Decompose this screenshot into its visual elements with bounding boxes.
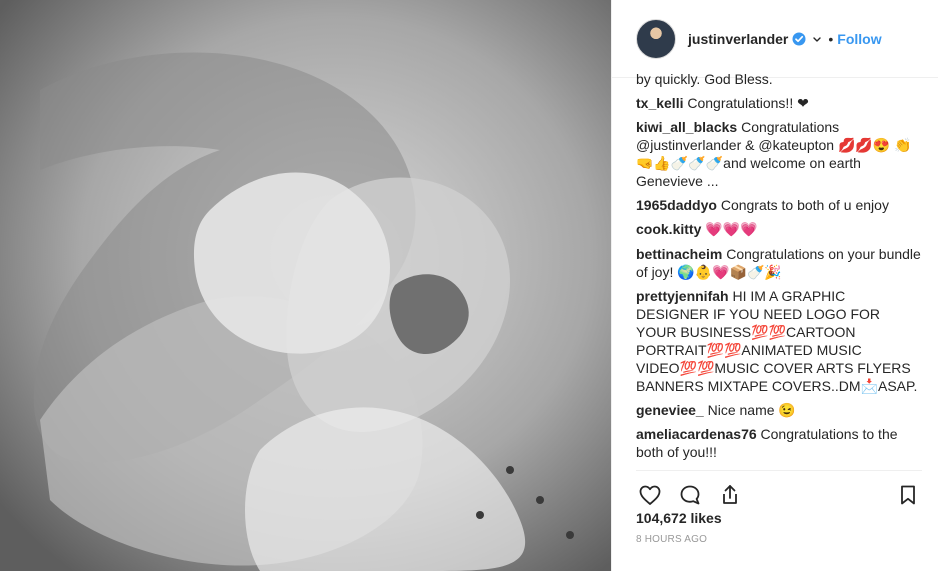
heart-icon[interactable] — [636, 481, 664, 509]
comment-username[interactable]: 1965daddyo — [636, 197, 717, 213]
header-separator: • — [828, 30, 834, 47]
post-photo — [0, 0, 611, 571]
comment-item: bettinacheim Congratulations on your bun… — [636, 245, 922, 281]
share-icon[interactable] — [716, 481, 744, 509]
bookmark-icon[interactable] — [894, 481, 922, 509]
comment-text: 💗💗💗 — [705, 222, 758, 238]
comment-text: Congratulations!! ❤ — [687, 95, 809, 111]
comment-item: cook.kitty 💗💗💗 — [636, 220, 922, 239]
follow-button[interactable]: Follow — [837, 31, 881, 47]
comment-username[interactable]: ameliacardenas76 — [636, 426, 757, 442]
comment-item: geneviee_ Nice name 😉 — [636, 401, 922, 419]
post-username[interactable]: justinverlander — [688, 31, 788, 47]
comment-item: ameliacardenas76 Congratulations to the … — [636, 425, 922, 461]
instagram-post: justinverlander • Follow by quickly. God… — [0, 0, 938, 571]
post-sidebar: justinverlander • Follow by quickly. God… — [611, 0, 938, 571]
comment-text: by quickly. God Bless. — [636, 71, 773, 87]
comment-username[interactable]: kiwi_all_blacks — [636, 119, 737, 135]
comment-text: Nice name 😉 — [707, 402, 796, 418]
comment-username[interactable]: tx_kelli — [636, 95, 683, 111]
post-header: justinverlander • Follow — [612, 0, 938, 78]
comment-username[interactable]: bettinacheim — [636, 246, 722, 262]
comment-item: 1965daddyo Congrats to both of u enjoy — [636, 196, 922, 214]
comment-username[interactable]: cook.kitty — [636, 221, 701, 237]
comment-icon[interactable] — [676, 481, 704, 509]
post-actions — [636, 470, 922, 515]
comment-item: by quickly. God Bless. — [636, 70, 922, 88]
comment-text: Congrats to both of u enjoy — [720, 197, 889, 213]
comments-list[interactable]: by quickly. God Bless. tx_kelli Congratu… — [636, 70, 922, 465]
comment-item: kiwi_all_blacks Congratulations @justinv… — [636, 118, 922, 190]
hands-photo-illustration — [0, 0, 611, 571]
comment-item: prettyjennifah HI IM A GRAPHIC DESIGNER … — [636, 287, 922, 395]
post-timestamp: 8 HOURS AGO — [636, 534, 708, 545]
comment-username[interactable]: prettyjennifah — [636, 288, 729, 304]
comment-username[interactable]: geneviee_ — [636, 402, 704, 418]
chevron-icon[interactable] — [810, 32, 824, 46]
profile-avatar[interactable] — [636, 18, 676, 59]
verified-badge-icon — [792, 32, 806, 46]
likes-count[interactable]: 104,672 likes — [636, 510, 722, 526]
comment-item: tx_kelli Congratulations!! ❤ — [636, 94, 922, 112]
